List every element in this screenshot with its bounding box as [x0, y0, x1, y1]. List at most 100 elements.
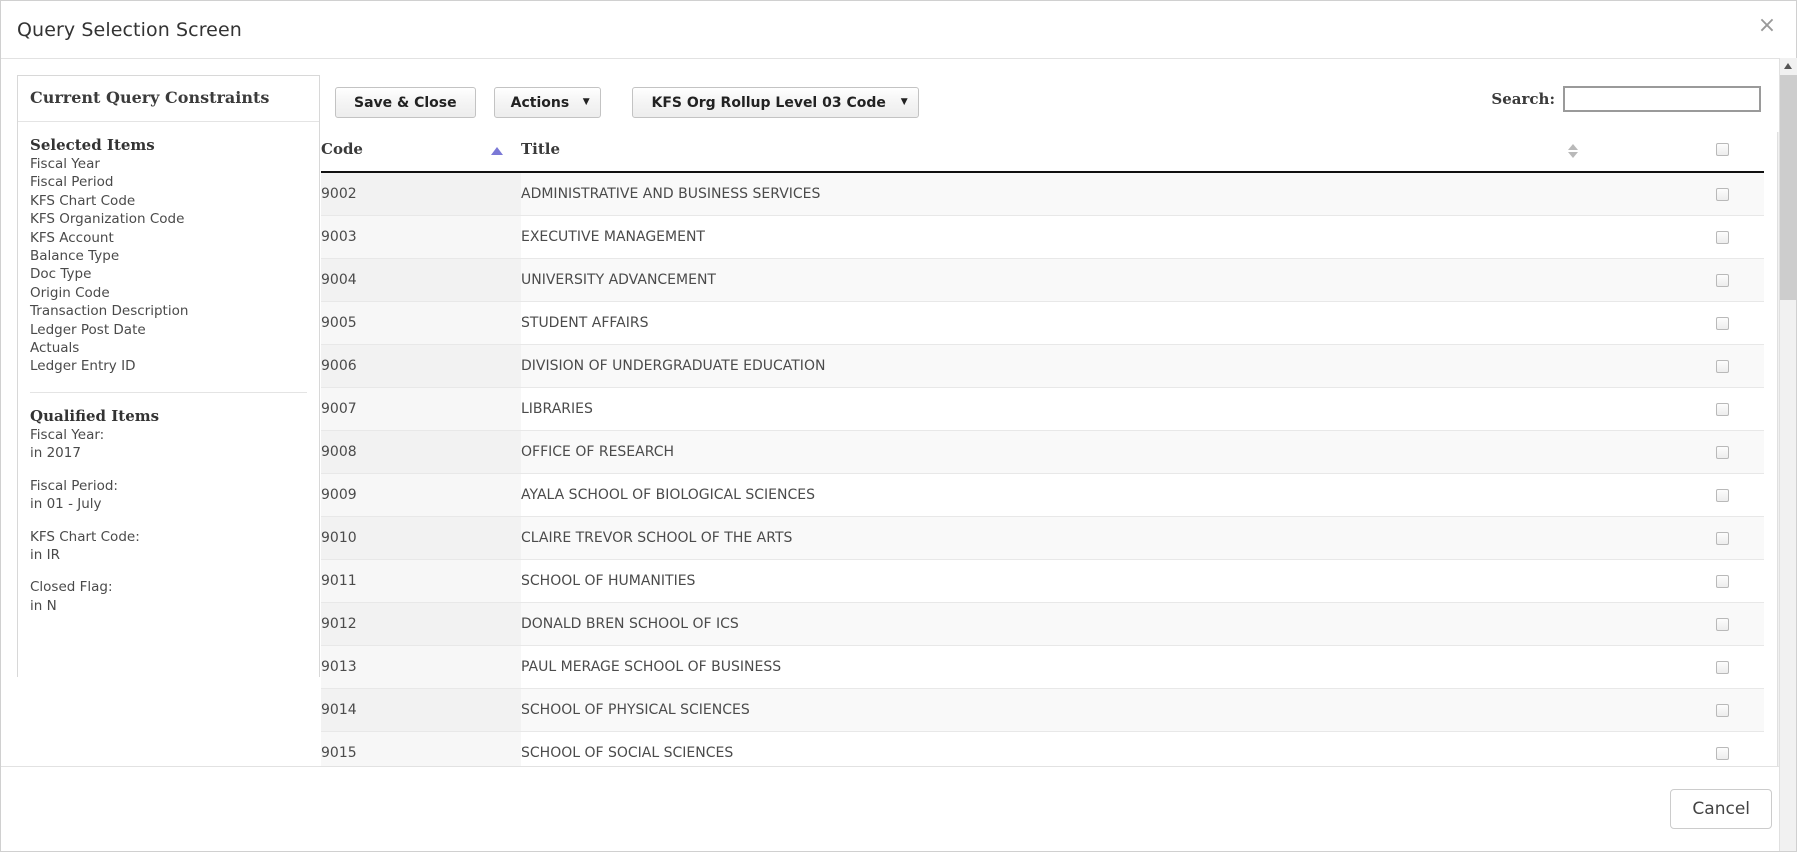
selected-item: Ledger Entry ID — [30, 358, 136, 375]
search-label: Search: — [1491, 90, 1555, 108]
row-select-checkbox[interactable] — [1716, 488, 1729, 502]
cell-title: PAUL MERAGE SCHOOL OF BUSINESS — [521, 645, 1674, 689]
row-select-checkbox[interactable] — [1716, 617, 1729, 631]
table-row[interactable]: 9007 LIBRARIES — [321, 387, 1764, 431]
selected-item: KFS Account — [30, 229, 114, 246]
table-row[interactable]: 9002 ADMINISTRATIVE AND BUSINESS SERVICES — [321, 172, 1764, 216]
row-select-checkbox[interactable] — [1716, 445, 1729, 459]
actions-dropdown[interactable]: Actions ▼ — [493, 87, 601, 118]
column-header-code-label: Code — [321, 140, 363, 158]
qualified-item: Fiscal Period: in 01 - July — [30, 477, 307, 514]
chevron-down-icon: ▼ — [582, 97, 590, 107]
selected-items-title: Selected Items — [30, 136, 155, 154]
qualified-item-value: in IR — [30, 546, 60, 563]
page-scrollbar[interactable] — [1779, 58, 1797, 851]
table-row[interactable]: 9005 STUDENT AFFAIRS — [321, 301, 1764, 345]
cell-select — [1674, 688, 1764, 732]
qualified-item-value: in 2017 — [30, 445, 81, 462]
cell-title: LIBRARIES — [521, 387, 1674, 431]
qualified-items-title: Qualified Items — [30, 406, 160, 425]
results-table-head: Code Title — [321, 130, 1764, 173]
selected-items-section: Selected Items Fiscal Year Fiscal Period K… — [18, 122, 319, 376]
row-select-checkbox[interactable] — [1716, 703, 1729, 717]
selection-panel: Save & Close Actions ▼ KFS Org Rollup Le… — [321, 75, 1796, 766]
column-header-select-all[interactable] — [1674, 130, 1764, 173]
cancel-button[interactable]: Cancel — [1670, 789, 1772, 829]
cell-title: ADMINISTRATIVE AND BUSINESS SERVICES — [521, 172, 1674, 216]
cell-select — [1674, 516, 1764, 560]
table-row[interactable]: 9011 SCHOOL OF HUMANITIES — [321, 559, 1764, 603]
results-table-container: Code Title 9002 ADMINISTRATIVE AND BUSIN… — [321, 130, 1764, 766]
cell-code: 9002 — [321, 172, 521, 216]
selection-toolbar: Save & Close Actions ▼ KFS Org Rollup Le… — [321, 75, 1796, 130]
table-row[interactable]: 9003 EXECUTIVE MANAGEMENT — [321, 215, 1764, 259]
row-select-checkbox[interactable] — [1716, 746, 1729, 760]
current-query-constraints-panel: Current Query Constraints Selected Items… — [17, 75, 320, 677]
cell-code: 9006 — [321, 344, 521, 388]
cell-code: 9008 — [321, 430, 521, 474]
dialog-footer: Cancel — [1, 766, 1796, 851]
qualified-item-label: KFS Chart Code: — [30, 528, 140, 545]
cell-select — [1674, 559, 1764, 603]
qualified-item: Closed Flag: in N — [30, 578, 307, 615]
sort-ascending-icon — [491, 147, 503, 155]
cell-select — [1674, 258, 1764, 302]
dialog-title: Query Selection Screen — [17, 18, 242, 41]
qualified-item: KFS Chart Code: in IR — [30, 528, 307, 565]
cell-code: 9007 — [321, 387, 521, 431]
table-row[interactable]: 9010 CLAIRE TREVOR SCHOOL OF THE ARTS — [321, 516, 1764, 560]
qualified-item: Fiscal Year: in 2017 — [30, 426, 307, 463]
row-select-checkbox[interactable] — [1716, 574, 1729, 588]
cell-select — [1674, 301, 1764, 345]
cell-title: SCHOOL OF SOCIAL SCIENCES — [521, 731, 1674, 766]
cell-select — [1674, 645, 1764, 689]
row-select-checkbox[interactable] — [1716, 531, 1729, 545]
row-select-checkbox[interactable] — [1716, 660, 1729, 674]
close-icon[interactable]: × — [1754, 13, 1780, 39]
scroll-up-arrow-icon[interactable] — [1780, 58, 1797, 75]
table-row[interactable]: 9006 DIVISION OF UNDERGRADUATE EDUCATION — [321, 344, 1764, 388]
column-header-title-label: Title — [521, 140, 561, 158]
cell-title: SCHOOL OF PHYSICAL SCIENCES — [521, 688, 1674, 732]
row-select-checkbox[interactable] — [1716, 230, 1729, 244]
row-select-checkbox[interactable] — [1716, 359, 1729, 373]
table-row[interactable]: 9008 OFFICE OF RESEARCH — [321, 430, 1764, 474]
cell-code: 9012 — [321, 602, 521, 646]
table-row[interactable]: 9012 DONALD BREN SCHOOL OF ICS — [321, 602, 1764, 646]
table-row[interactable]: 9009 AYALA SCHOOL OF BIOLOGICAL SCIENCES — [321, 473, 1764, 517]
row-select-checkbox[interactable] — [1716, 316, 1729, 330]
cell-title: UNIVERSITY ADVANCEMENT — [521, 258, 1674, 302]
cell-title: DONALD BREN SCHOOL OF ICS — [521, 602, 1674, 646]
save-and-close-button[interactable]: Save & Close — [335, 87, 476, 118]
cell-title: OFFICE OF RESEARCH — [521, 430, 1674, 474]
selected-item: Transaction Description — [30, 303, 189, 320]
cell-code: 9011 — [321, 559, 521, 603]
selected-item: KFS Chart Code — [30, 192, 136, 209]
table-row[interactable]: 9013 PAUL MERAGE SCHOOL OF BUSINESS — [321, 645, 1764, 689]
row-select-checkbox[interactable] — [1716, 273, 1729, 287]
selected-item: Actuals — [30, 340, 80, 357]
row-select-checkbox[interactable] — [1716, 187, 1729, 201]
select-all-checkbox[interactable] — [1716, 143, 1729, 156]
column-header-title[interactable]: Title — [521, 130, 1674, 173]
selected-item: KFS Organization Code — [30, 211, 185, 228]
selected-item: Ledger Post Date — [30, 321, 146, 338]
query-selection-dialog: Query Selection Screen × Current Query C… — [0, 0, 1797, 852]
cell-code: 9015 — [321, 731, 521, 766]
row-select-checkbox[interactable] — [1716, 402, 1729, 416]
table-row[interactable]: 9015 SCHOOL OF SOCIAL SCIENCES — [321, 731, 1764, 766]
search-input[interactable] — [1563, 86, 1761, 112]
cell-code: 9004 — [321, 258, 521, 302]
constraints-panel-header: Current Query Constraints — [18, 76, 319, 122]
page-scrollbar-thumb[interactable] — [1780, 75, 1797, 300]
table-row[interactable]: 9014 SCHOOL OF PHYSICAL SCIENCES — [321, 688, 1764, 732]
table-row[interactable]: 9004 UNIVERSITY ADVANCEMENT — [321, 258, 1764, 302]
dialog-titlebar: Query Selection Screen × — [1, 1, 1796, 59]
cell-select — [1674, 473, 1764, 517]
cell-code: 9005 — [321, 301, 521, 345]
column-header-code[interactable]: Code — [321, 130, 521, 173]
cell-select — [1674, 731, 1764, 766]
field-selector-dropdown[interactable]: KFS Org Rollup Level 03 Code ▼ — [631, 87, 919, 118]
results-table: Code Title 9002 ADMINISTRATIVE AND BUSIN… — [321, 130, 1764, 766]
cell-title: AYALA SCHOOL OF BIOLOGICAL SCIENCES — [521, 473, 1674, 517]
